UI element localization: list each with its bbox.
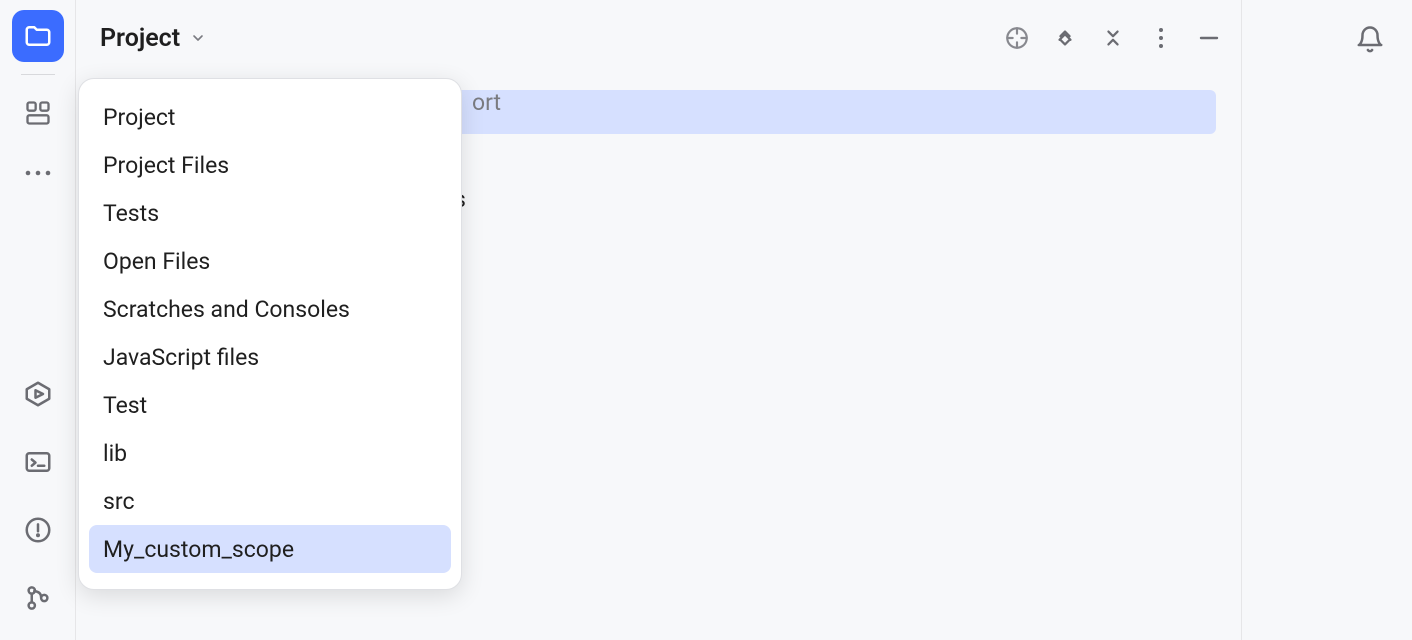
menu-item-label: Test	[103, 394, 147, 417]
menu-item-test[interactable]: Test	[89, 381, 451, 429]
menu-item-label: Project Files	[103, 154, 229, 177]
view-selector-label: Project	[100, 24, 180, 53]
menu-item-label: Open Files	[103, 250, 210, 273]
more-options-icon[interactable]	[1142, 19, 1180, 57]
menu-item-label: My_custom_scope	[103, 538, 294, 561]
services-tool-icon[interactable]	[12, 362, 64, 426]
notifications-icon[interactable]	[1348, 18, 1392, 62]
menu-item-label: Project	[103, 106, 175, 129]
menu-item-javascript-files[interactable]: JavaScript files	[89, 333, 451, 381]
chevron-down-icon	[190, 30, 206, 46]
expand-all-icon[interactable]	[1046, 19, 1084, 57]
menu-item-open-files[interactable]: Open Files	[89, 237, 451, 285]
menu-item-label: Scratches and Consoles	[103, 298, 350, 321]
menu-item-scratches-consoles[interactable]: Scratches and Consoles	[89, 285, 451, 333]
terminal-tool-icon[interactable]	[12, 430, 64, 494]
view-selector[interactable]: Project	[100, 24, 206, 53]
project-toolbar: Project	[76, 0, 1242, 76]
menu-item-src[interactable]: src	[89, 477, 451, 525]
menu-item-label: src	[103, 490, 135, 513]
select-file-icon[interactable]	[998, 19, 1036, 57]
problems-tool-icon[interactable]	[12, 498, 64, 562]
project-tool-icon[interactable]	[12, 10, 64, 62]
right-side-panel	[1242, 0, 1412, 640]
menu-item-lib[interactable]: lib	[89, 429, 451, 477]
view-selector-dropdown: Project Project Files Tests Open Files S…	[78, 78, 462, 590]
menu-item-project-files[interactable]: Project Files	[89, 141, 451, 189]
selected-row-partial-text: ort	[472, 89, 501, 116]
menu-item-my-custom-scope[interactable]: My_custom_scope	[89, 525, 451, 573]
menu-item-label: Tests	[103, 202, 159, 225]
rail-separator	[21, 74, 55, 75]
toolbar-actions	[998, 19, 1228, 57]
structure-tool-icon[interactable]	[12, 87, 64, 139]
menu-item-label: JavaScript files	[103, 346, 259, 369]
menu-item-project[interactable]: Project	[89, 93, 451, 141]
collapse-all-icon[interactable]	[1094, 19, 1132, 57]
hide-panel-icon[interactable]	[1190, 19, 1228, 57]
menu-item-label: lib	[103, 442, 127, 465]
menu-item-tests[interactable]: Tests	[89, 189, 451, 237]
more-tool-icon[interactable]	[12, 141, 64, 205]
vcs-tool-icon[interactable]	[12, 566, 64, 630]
left-tool-rail	[0, 0, 76, 640]
